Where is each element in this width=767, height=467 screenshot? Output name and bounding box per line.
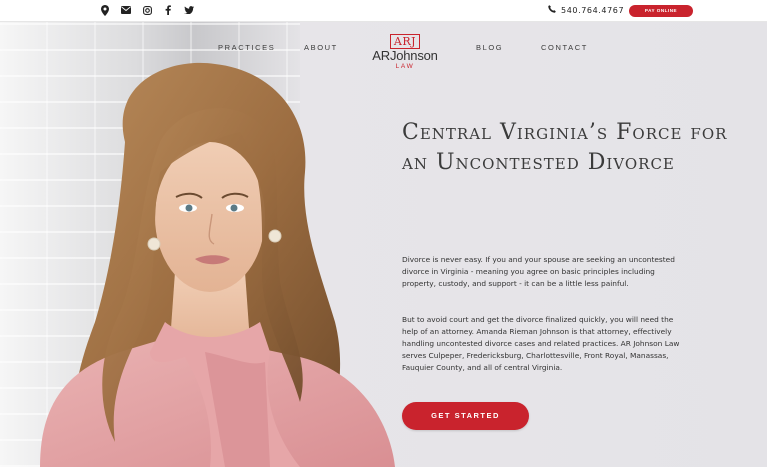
nav-blog[interactable]: BLOG [476, 43, 503, 52]
nav-contact[interactable]: CONTACT [541, 43, 588, 52]
envelope-icon[interactable] [121, 4, 131, 16]
get-started-button[interactable]: GET STARTED [402, 402, 529, 430]
pay-online-button[interactable]: PAY ONLINE [629, 5, 693, 17]
nav-about[interactable]: ABOUT [304, 43, 338, 52]
top-utility-bar: 540.764.4767 PAY ONLINE [0, 0, 767, 22]
facebook-icon[interactable] [163, 4, 173, 16]
phone-link[interactable]: 540.764.4767 [548, 5, 624, 15]
logo-name: ARJohnson [372, 48, 438, 63]
phone-icon [548, 5, 556, 15]
nav-practices[interactable]: PRACTICES [218, 43, 275, 52]
attorney-portrait [40, 62, 395, 467]
hero-section: PRACTICES ABOUT ARJ ARJohnson LAW BLOG C… [0, 22, 767, 467]
logo-sub: LAW [395, 63, 415, 70]
hero-paragraph-1: Divorce is never easy. If you and your s… [402, 255, 675, 288]
phone-number: 540.764.4767 [561, 5, 625, 15]
hero-paragraph-2: But to avoid court and get the divorce f… [402, 315, 680, 372]
map-pin-icon[interactable] [100, 4, 110, 16]
hero-headline: Central Virginia’s Force for an Uncontes… [402, 120, 728, 175]
social-links [100, 4, 194, 16]
twitter-icon[interactable] [184, 4, 194, 16]
logo-mark: ARJ [389, 34, 421, 49]
instagram-icon[interactable] [142, 4, 152, 16]
site-logo[interactable]: ARJ ARJohnson LAW [362, 30, 448, 70]
